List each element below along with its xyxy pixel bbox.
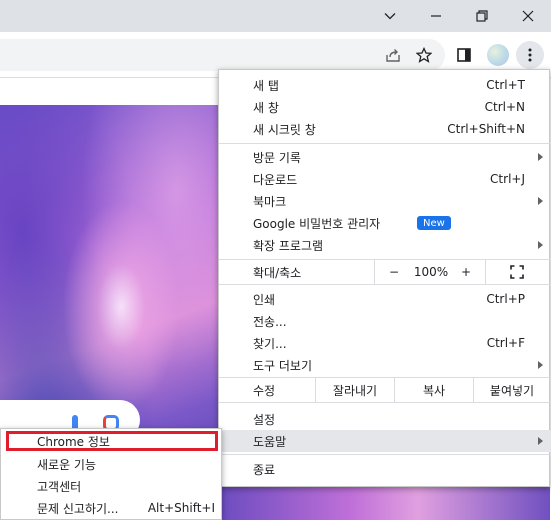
menu-item-label: 방문 기록 <box>253 150 301 165</box>
menu-item-help[interactable]: 도움말 <box>219 430 551 452</box>
fullscreen-icon[interactable] <box>506 260 528 284</box>
menu-item-history[interactable]: 방문 기록 <box>219 146 551 168</box>
menu-item-downloads[interactable]: 다운로드 Ctrl+J <box>219 168 551 190</box>
zoom-out-button[interactable]: − <box>379 260 409 284</box>
menu-item-shortcut: Ctrl+Shift+N <box>447 122 525 136</box>
tab-search-chevron-icon[interactable] <box>367 0 413 32</box>
menu-item-shortcut: Ctrl+N <box>484 100 525 114</box>
menu-item-more-tools[interactable]: 도구 더보기 <box>219 354 551 376</box>
restore-button[interactable] <box>459 0 505 32</box>
menu-item-label: 찾기... <box>253 336 287 351</box>
submenu-arrow-icon <box>538 241 543 249</box>
copy-button[interactable]: 복사 <box>395 378 473 402</box>
zoom-controls: 확대/축소 − 100% + <box>219 260 551 284</box>
menu-separator <box>219 454 551 455</box>
menu-item-print[interactable]: 인쇄 Ctrl+P <box>219 288 551 310</box>
menu-item-label: 도구 더보기 <box>253 358 313 373</box>
submenu-item-help-center[interactable]: 고객센터 <box>1 475 223 497</box>
more-options-icon[interactable] <box>516 41 544 69</box>
paste-button[interactable]: 붙여넣기 <box>474 378 550 402</box>
menu-item-exit[interactable]: 종료 <box>219 458 551 480</box>
menu-item-new-incognito[interactable]: 새 시크릿 창 Ctrl+Shift+N <box>219 118 551 140</box>
submenu-item-shortcut: Alt+Shift+I <box>147 501 215 515</box>
submenu-item-label: 고객센터 <box>37 479 82 494</box>
zoom-divider <box>485 260 486 284</box>
menu-item-find[interactable]: 찾기... Ctrl+F <box>219 332 551 354</box>
menu-separator <box>219 402 551 403</box>
menu-separator <box>219 284 551 285</box>
highlight-annotation-box <box>6 431 218 451</box>
title-bar <box>0 0 551 32</box>
menu-item-label: 새 시크릿 창 <box>253 122 316 137</box>
menu-item-new-window[interactable]: 새 창 Ctrl+N <box>219 96 551 118</box>
share-icon[interactable] <box>381 43 405 67</box>
edit-controls: 수정 잘라내기 복사 붙여넣기 <box>219 378 551 402</box>
menu-item-bookmarks[interactable]: 북마크 <box>219 190 551 212</box>
menu-item-label: 확장 프로그램 <box>253 238 324 253</box>
submenu-item-label: 새로운 기능 <box>37 457 97 472</box>
menu-item-label: 북마크 <box>253 194 287 209</box>
zoom-in-button[interactable]: + <box>453 260 479 284</box>
zoom-label: 확대/축소 <box>253 265 302 280</box>
menu-item-cast[interactable]: 전송... <box>219 310 551 332</box>
submenu-item-whats-new[interactable]: 새로운 기능 <box>1 453 223 475</box>
menu-item-settings[interactable]: 설정 <box>219 408 551 430</box>
minimize-button[interactable] <box>413 0 459 32</box>
menu-item-new-tab[interactable]: 새 탭 Ctrl+T <box>219 74 551 96</box>
zoom-divider <box>374 260 375 284</box>
submenu-arrow-icon <box>538 361 543 369</box>
new-badge: New <box>417 216 451 230</box>
submenu-item-report-issue[interactable]: 문제 신고하기... Alt+Shift+I <box>1 497 223 519</box>
menu-item-label: 인쇄 <box>253 292 276 307</box>
menu-item-label: 새 창 <box>253 100 279 115</box>
menu-item-shortcut: Ctrl+T <box>486 78 525 92</box>
menu-item-shortcut: Ctrl+P <box>486 292 525 306</box>
menu-item-label: 다운로드 <box>253 172 298 187</box>
address-bar[interactable] <box>0 39 445 71</box>
menu-item-label: 전송... <box>253 314 287 329</box>
submenu-item-label: 문제 신고하기... <box>37 501 119 516</box>
bookmark-star-icon[interactable] <box>412 43 436 67</box>
zoom-level: 100% <box>413 265 449 279</box>
submenu-arrow-icon <box>538 437 543 445</box>
menu-item-password-manager[interactable]: Google 비밀번호 관리자 New <box>219 212 551 234</box>
submenu-arrow-icon <box>538 153 543 161</box>
menu-item-label: 새 탭 <box>253 78 279 93</box>
menu-item-shortcut: Ctrl+F <box>486 336 525 350</box>
menu-item-extensions[interactable]: 확장 프로그램 <box>219 234 551 256</box>
menu-separator <box>219 143 551 144</box>
menu-item-label: 종료 <box>253 462 276 477</box>
cut-button[interactable]: 잘라내기 <box>316 378 394 402</box>
chrome-main-menu: 새 탭 Ctrl+T 새 창 Ctrl+N 새 시크릿 창 Ctrl+Shift… <box>218 69 551 487</box>
close-button[interactable] <box>505 0 551 32</box>
menu-item-label: Google 비밀번호 관리자 <box>253 216 381 231</box>
menu-item-shortcut: Ctrl+J <box>490 172 525 186</box>
menu-item-label: 도움말 <box>253 434 287 449</box>
submenu-arrow-icon <box>538 197 543 205</box>
edit-label: 수정 <box>253 383 276 398</box>
side-panel-icon[interactable] <box>452 43 476 67</box>
profile-avatar[interactable] <box>487 44 509 66</box>
help-submenu: Chrome 정보 새로운 기능 고객센터 문제 신고하기... Alt+Shi… <box>0 428 222 520</box>
menu-item-label: 설정 <box>253 412 276 427</box>
